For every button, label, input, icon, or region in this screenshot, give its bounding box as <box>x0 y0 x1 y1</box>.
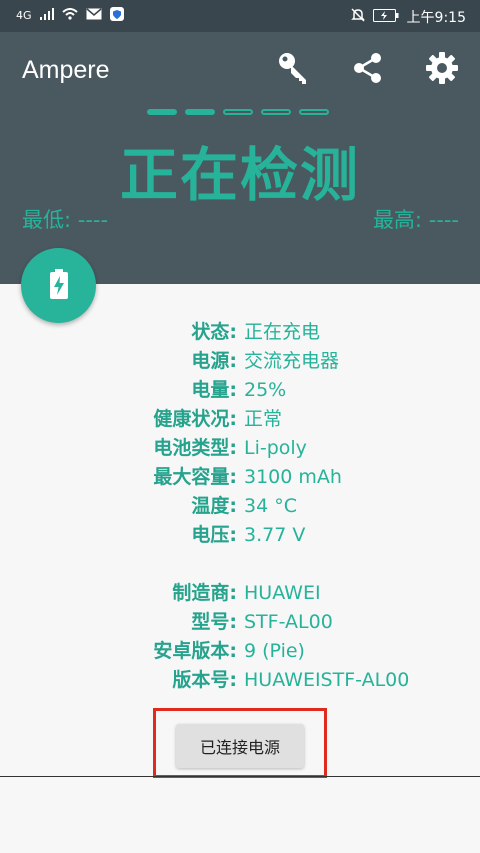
info-label: 型号: <box>191 611 237 633</box>
progress-dot <box>261 109 291 115</box>
info-row-temperature: 温度: 34 °C <box>0 492 480 521</box>
battery-fab[interactable] <box>21 248 96 323</box>
info-row-model: 型号: STF-AL00 <box>0 608 480 637</box>
settings-button[interactable] <box>422 50 462 90</box>
info-value: STF-AL00 <box>244 611 333 633</box>
progress-indicator <box>147 109 329 115</box>
key-icon <box>277 51 311 89</box>
measuring-status: 正在检测 <box>119 141 360 209</box>
info-value: 25% <box>244 379 287 401</box>
info-label: 制造商: <box>172 582 237 604</box>
info-row-android: 安卓版本: 9 (Pie) <box>0 637 480 666</box>
info-label: 电池类型: <box>153 437 237 459</box>
status-bar: 4G 上午9:15 <box>0 0 480 32</box>
network-type: 4G <box>16 9 32 22</box>
info-label: 最大容量: <box>153 466 237 488</box>
highlight-box <box>153 708 327 778</box>
info-row-source: 电源: 交流充电器 <box>0 347 480 376</box>
info-value: Li-poly <box>244 437 307 459</box>
info-value: 34 °C <box>244 495 297 517</box>
info-label: 版本号: <box>172 669 237 691</box>
info-row-health: 健康状况: 正常 <box>0 405 480 434</box>
mute-icon <box>350 8 365 26</box>
divider <box>0 776 480 777</box>
info-row-build: 版本号: HUAWEISTF-AL00 <box>0 666 480 695</box>
progress-dot <box>299 109 329 115</box>
info-row-status: 状态: 正在充电 <box>0 318 480 347</box>
info-label: 状态: <box>191 321 237 343</box>
min-reading: 最低: ---- <box>22 208 109 232</box>
battery-info: 状态: 正在充电 电源: 交流充电器 电量: 25% 健康状况: 正常 电池类型: Li-… <box>0 318 480 695</box>
info-row-tech: 电池类型: Li-poly <box>0 434 480 463</box>
info-value: HUAWEI <box>244 582 321 604</box>
signal-icon <box>39 8 54 23</box>
info-label: 电压: <box>191 524 237 546</box>
info-value: HUAWEISTF-AL00 <box>244 669 410 691</box>
info-value: 3100 mAh <box>244 466 342 488</box>
info-value: 正常 <box>244 408 283 430</box>
app-title: Ampere <box>22 56 110 84</box>
info-row-manufacturer: 制造商: HUAWEI <box>0 579 480 608</box>
shield-icon <box>109 7 124 24</box>
mail-icon <box>86 8 102 23</box>
battery-charging-icon <box>49 268 69 303</box>
info-label: 安卓版本: <box>153 640 237 662</box>
info-value: 9 (Pie) <box>244 640 305 662</box>
info-label: 健康状况: <box>153 408 237 430</box>
progress-dot <box>185 109 215 115</box>
info-value: 正在充电 <box>244 321 321 343</box>
clock: 上午9:15 <box>406 10 466 26</box>
info-value: 交流充电器 <box>244 350 340 372</box>
progress-dot <box>223 109 253 115</box>
settings-icon <box>425 51 459 89</box>
info-label: 电源: <box>191 350 237 372</box>
share-button[interactable] <box>348 50 388 90</box>
progress-dot <box>147 109 177 115</box>
info-row-voltage: 电压: 3.77 V <box>0 521 480 550</box>
max-reading: 最高: ---- <box>372 208 459 232</box>
info-label: 电量: <box>191 379 237 401</box>
share-icon <box>352 52 384 88</box>
wifi-icon <box>61 8 78 23</box>
info-row-level: 电量: 25% <box>0 376 480 405</box>
info-label: 温度: <box>191 495 237 517</box>
battery-charging-icon <box>372 8 399 26</box>
key-button[interactable] <box>274 50 314 90</box>
info-row-capacity: 最大容量: 3100 mAh <box>0 463 480 492</box>
info-value: 3.77 V <box>244 524 306 546</box>
